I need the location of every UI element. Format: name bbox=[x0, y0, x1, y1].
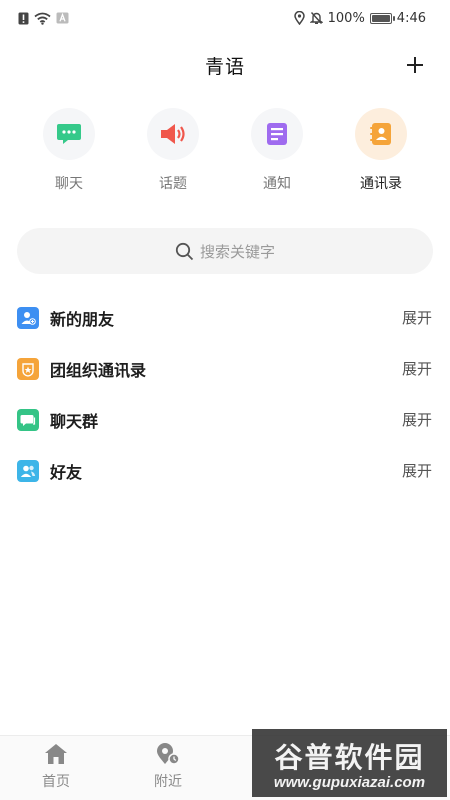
group-label: 新的朋友 bbox=[50, 309, 115, 329]
expand-button[interactable]: 展开 bbox=[402, 409, 432, 430]
expand-button[interactable]: 展开 bbox=[402, 358, 432, 379]
friend-icon bbox=[17, 459, 39, 482]
group-chat-icon bbox=[17, 408, 39, 431]
tab-topic[interactable]: 话题 bbox=[122, 108, 224, 198]
tab-chat-label: 聊天 bbox=[55, 176, 83, 192]
status-right: 100% 4:46 bbox=[293, 10, 426, 26]
status-bar: 100% 4:46 bbox=[0, 0, 450, 36]
tab-notice-circle bbox=[251, 108, 303, 160]
group-league-directory[interactable]: 团组织通讯录 展开 bbox=[0, 343, 450, 394]
quick-tabs: 聊天 话题 通知 通讯录 bbox=[0, 108, 450, 198]
mute-icon bbox=[309, 11, 323, 25]
tab-chat-circle bbox=[43, 108, 95, 160]
nearby-icon bbox=[157, 743, 180, 765]
add-button[interactable] bbox=[400, 50, 430, 80]
tab-notice-label: 通知 bbox=[263, 176, 291, 192]
nav-nearby[interactable]: 附近 bbox=[112, 736, 224, 800]
wifi-icon bbox=[34, 12, 51, 25]
battery-percent: 100% bbox=[327, 10, 365, 26]
group-label: 聊天群 bbox=[50, 411, 99, 431]
group-label: 好友 bbox=[50, 462, 83, 482]
battery-fill bbox=[371, 14, 390, 22]
address-book-icon bbox=[370, 123, 391, 145]
home-icon bbox=[45, 744, 67, 764]
watermark-title: 谷普软件园 bbox=[274, 742, 425, 774]
location-icon bbox=[293, 11, 305, 25]
group-friends[interactable]: 好友 展开 bbox=[0, 445, 450, 496]
nav-home[interactable]: 首页 bbox=[0, 736, 112, 800]
nav-home-label: 首页 bbox=[42, 774, 70, 790]
status-left bbox=[18, 12, 69, 25]
chat-bubble-icon bbox=[57, 124, 81, 144]
watermark-url: www.gupuxiazai.com bbox=[273, 773, 426, 791]
watermark: 谷普软件园 www.gupuxiazai.com bbox=[252, 729, 447, 797]
group-new-friends[interactable]: 新的朋友 展开 bbox=[0, 292, 450, 343]
search-input[interactable]: 搜索关键字 bbox=[17, 228, 433, 274]
battery-icon bbox=[369, 12, 395, 24]
alert-icon bbox=[18, 12, 29, 25]
tab-contacts-circle bbox=[355, 108, 407, 160]
league-badge-icon bbox=[17, 357, 39, 380]
new-friend-icon bbox=[17, 306, 39, 329]
group-label: 团组织通讯录 bbox=[50, 360, 147, 380]
tab-chat[interactable]: 聊天 bbox=[18, 108, 120, 198]
app-header: 青语 bbox=[0, 40, 450, 90]
group-chat-groups[interactable]: 聊天群 展开 bbox=[0, 394, 450, 445]
tab-topic-circle bbox=[147, 108, 199, 160]
document-icon bbox=[267, 123, 287, 145]
plus-icon bbox=[407, 57, 423, 73]
nav-nearby-label: 附近 bbox=[154, 774, 182, 790]
tab-contacts-label: 通讯录 bbox=[360, 176, 402, 192]
search-placeholder: 搜索关键字 bbox=[199, 242, 275, 261]
tab-notice[interactable]: 通知 bbox=[226, 108, 328, 198]
search-inner: 搜索关键字 bbox=[175, 241, 275, 262]
tab-contacts[interactable]: 通讯录 bbox=[330, 108, 432, 198]
search-icon bbox=[175, 242, 194, 260]
speaker-icon bbox=[161, 124, 185, 144]
notification-a-icon bbox=[56, 12, 69, 24]
status-time: 4:46 bbox=[396, 10, 426, 26]
expand-button[interactable]: 展开 bbox=[402, 460, 432, 481]
expand-button[interactable]: 展开 bbox=[402, 307, 432, 328]
page-title: 青语 bbox=[204, 55, 245, 78]
tab-topic-label: 话题 bbox=[159, 176, 187, 192]
contact-groups: 新的朋友 展开 团组织通讯录 展开 聊天群 展开 好友 展开 bbox=[0, 292, 450, 496]
